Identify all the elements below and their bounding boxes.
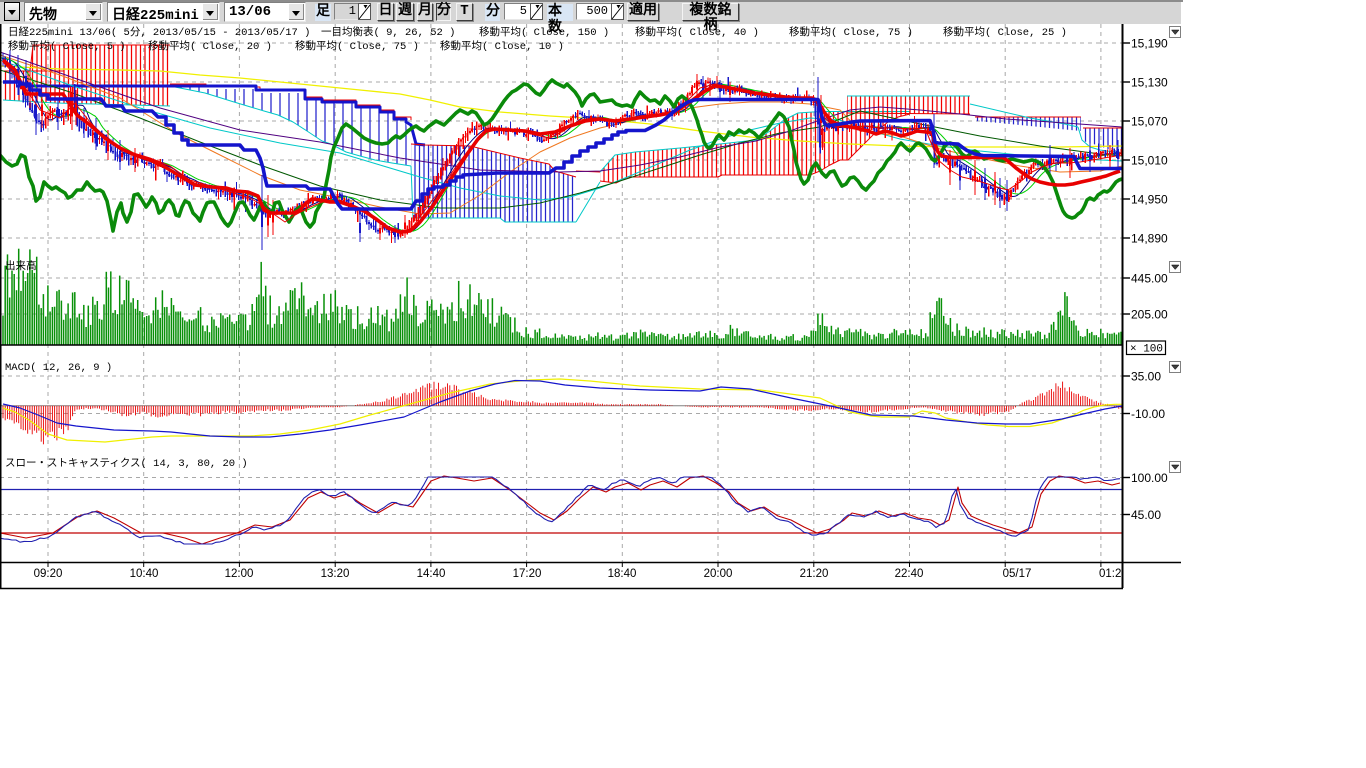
svg-text:09:20: 09:20 bbox=[34, 568, 63, 580]
svg-text:35.00: 35.00 bbox=[1131, 370, 1161, 384]
svg-text:21:20: 21:20 bbox=[800, 568, 829, 580]
svg-text:05/17: 05/17 bbox=[1003, 568, 1032, 580]
svg-text:× 100: × 100 bbox=[1130, 344, 1163, 356]
svg-text:-10.00: -10.00 bbox=[1131, 407, 1165, 421]
svg-text:15,190: 15,190 bbox=[1131, 37, 1168, 51]
svg-text:14,890: 14,890 bbox=[1131, 232, 1168, 246]
svg-text:22:40: 22:40 bbox=[895, 568, 924, 580]
svg-text:01:2: 01:2 bbox=[1099, 568, 1121, 580]
svg-text:10:40: 10:40 bbox=[130, 568, 159, 580]
svg-text:12:00: 12:00 bbox=[225, 568, 254, 580]
svg-text:205.00: 205.00 bbox=[1131, 308, 1168, 322]
svg-text:17:20: 17:20 bbox=[513, 568, 542, 580]
svg-text:15,070: 15,070 bbox=[1131, 115, 1168, 129]
svg-text:14,950: 14,950 bbox=[1131, 193, 1168, 207]
svg-text:100.00: 100.00 bbox=[1131, 471, 1168, 485]
svg-text:15,130: 15,130 bbox=[1131, 76, 1168, 90]
svg-text:15,010: 15,010 bbox=[1131, 154, 1168, 168]
svg-text:445.00: 445.00 bbox=[1131, 272, 1168, 286]
svg-text:20:00: 20:00 bbox=[704, 568, 733, 580]
svg-text:18:40: 18:40 bbox=[608, 568, 637, 580]
svg-text:45.00: 45.00 bbox=[1131, 508, 1161, 522]
svg-text:14:40: 14:40 bbox=[417, 568, 446, 580]
svg-text:13:20: 13:20 bbox=[321, 568, 350, 580]
